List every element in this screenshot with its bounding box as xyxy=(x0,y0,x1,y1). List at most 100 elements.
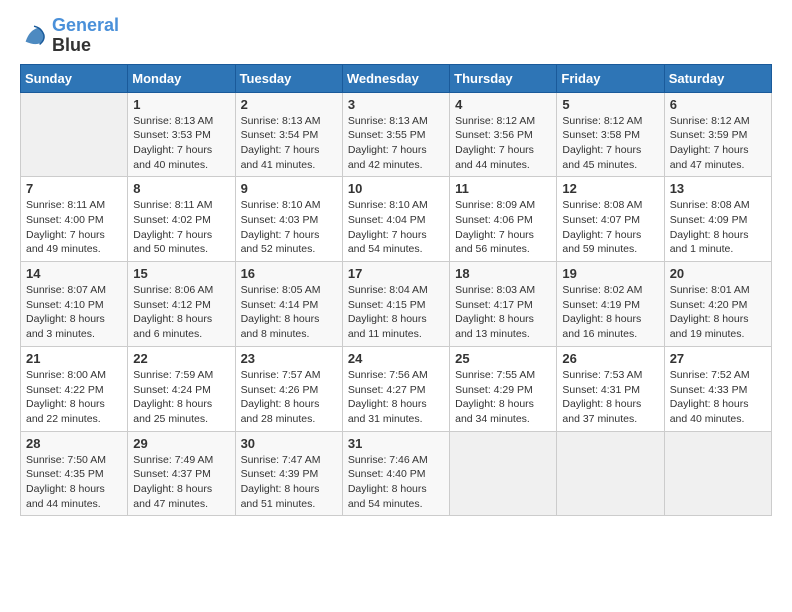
day-number: 7 xyxy=(26,181,122,196)
cell-details: Sunrise: 8:13 AMSunset: 3:54 PMDaylight:… xyxy=(241,114,337,173)
day-number: 12 xyxy=(562,181,658,196)
cell-details: Sunrise: 7:55 AMSunset: 4:29 PMDaylight:… xyxy=(455,368,551,427)
cell-details: Sunrise: 7:47 AMSunset: 4:39 PMDaylight:… xyxy=(241,453,337,512)
cell-details: Sunrise: 8:01 AMSunset: 4:20 PMDaylight:… xyxy=(670,283,766,342)
day-number: 9 xyxy=(241,181,337,196)
calendar-cell: 5 Sunrise: 8:12 AMSunset: 3:58 PMDaylight… xyxy=(557,92,664,177)
calendar-week-3: 14Sunrise: 8:07 AMSunset: 4:10 PMDayligh… xyxy=(21,262,772,347)
cell-details: Sunrise: 8:06 AMSunset: 4:12 PMDaylight:… xyxy=(133,283,229,342)
calendar-week-2: 7 Sunrise: 8:11 AMSunset: 4:00 PMDaylight… xyxy=(21,177,772,262)
day-number: 29 xyxy=(133,436,229,451)
day-number: 27 xyxy=(670,351,766,366)
calendar-cell: 3Sunrise: 8:13 AMSunset: 3:55 PMDaylight… xyxy=(342,92,449,177)
calendar-cell: 27 Sunrise: 7:52 AMSunset: 4:33 PMDayligh… xyxy=(664,346,771,431)
day-number: 5 xyxy=(562,97,658,112)
calendar-cell: 1 Sunrise: 8:13 AMSunset: 3:53 PMDaylight… xyxy=(128,92,235,177)
calendar-cell: 22 Sunrise: 7:59 AMSunset: 4:24 PMDayligh… xyxy=(128,346,235,431)
cell-details: Sunrise: 8:08 AMSunset: 4:09 PMDaylight:… xyxy=(670,198,766,257)
cell-details: Sunrise: 7:46 AMSunset: 4:40 PMDaylight:… xyxy=(348,453,444,512)
day-number: 10 xyxy=(348,181,444,196)
calendar-cell: 9 Sunrise: 8:10 AMSunset: 4:03 PMDaylight… xyxy=(235,177,342,262)
calendar-cell: 21 Sunrise: 8:00 AMSunset: 4:22 PMDayligh… xyxy=(21,346,128,431)
cell-details: Sunrise: 7:49 AMSunset: 4:37 PMDaylight:… xyxy=(133,453,229,512)
day-header-tuesday: Tuesday xyxy=(235,64,342,92)
day-header-friday: Friday xyxy=(557,64,664,92)
calendar-cell xyxy=(21,92,128,177)
calendar-cell: 19 Sunrise: 8:02 AMSunset: 4:19 PMDayligh… xyxy=(557,262,664,347)
calendar-cell: 30 Sunrise: 7:47 AMSunset: 4:39 PMDayligh… xyxy=(235,431,342,516)
day-number: 22 xyxy=(133,351,229,366)
day-number: 18 xyxy=(455,266,551,281)
day-number: 23 xyxy=(241,351,337,366)
day-header-monday: Monday xyxy=(128,64,235,92)
calendar-cell xyxy=(450,431,557,516)
day-number: 28 xyxy=(26,436,122,451)
day-number: 25 xyxy=(455,351,551,366)
cell-details: Sunrise: 8:12 AMSunset: 3:58 PMDaylight:… xyxy=(562,114,658,173)
day-number: 8 xyxy=(133,181,229,196)
cell-details: Sunrise: 8:11 AMSunset: 4:02 PMDaylight:… xyxy=(133,198,229,257)
cell-details: Sunrise: 8:11 AMSunset: 4:00 PMDaylight:… xyxy=(26,198,122,257)
calendar-cell: 31Sunrise: 7:46 AMSunset: 4:40 PMDayligh… xyxy=(342,431,449,516)
calendar-cell: 11 Sunrise: 8:09 AMSunset: 4:06 PMDayligh… xyxy=(450,177,557,262)
cell-details: Sunrise: 8:07 AMSunset: 4:10 PMDaylight:… xyxy=(26,283,122,342)
day-number: 4 xyxy=(455,97,551,112)
cell-details: Sunrise: 8:09 AMSunset: 4:06 PMDaylight:… xyxy=(455,198,551,257)
calendar-cell: 12Sunrise: 8:08 AMSunset: 4:07 PMDayligh… xyxy=(557,177,664,262)
day-number: 15 xyxy=(133,266,229,281)
calendar-header: SundayMondayTuesdayWednesdayThursdayFrid… xyxy=(21,64,772,92)
calendar-cell: 24 Sunrise: 7:56 AMSunset: 4:27 PMDayligh… xyxy=(342,346,449,431)
cell-details: Sunrise: 8:10 AMSunset: 4:04 PMDaylight:… xyxy=(348,198,444,257)
calendar-cell: 26 Sunrise: 7:53 AMSunset: 4:31 PMDayligh… xyxy=(557,346,664,431)
calendar-cell: 18Sunrise: 8:03 AMSunset: 4:17 PMDayligh… xyxy=(450,262,557,347)
cell-details: Sunrise: 8:10 AMSunset: 4:03 PMDaylight:… xyxy=(241,198,337,257)
cell-details: Sunrise: 7:53 AMSunset: 4:31 PMDaylight:… xyxy=(562,368,658,427)
calendar-cell: 14Sunrise: 8:07 AMSunset: 4:10 PMDayligh… xyxy=(21,262,128,347)
day-header-thursday: Thursday xyxy=(450,64,557,92)
day-header-sunday: Sunday xyxy=(21,64,128,92)
calendar-week-1: 1 Sunrise: 8:13 AMSunset: 3:53 PMDaylight… xyxy=(21,92,772,177)
calendar-cell: 8 Sunrise: 8:11 AMSunset: 4:02 PMDaylight… xyxy=(128,177,235,262)
day-number: 16 xyxy=(241,266,337,281)
day-number: 3 xyxy=(348,97,444,112)
day-number: 20 xyxy=(670,266,766,281)
calendar-week-4: 21 Sunrise: 8:00 AMSunset: 4:22 PMDayligh… xyxy=(21,346,772,431)
day-number: 1 xyxy=(133,97,229,112)
cell-details: Sunrise: 7:59 AMSunset: 4:24 PMDaylight:… xyxy=(133,368,229,427)
calendar-cell: 13 Sunrise: 8:08 AMSunset: 4:09 PMDayligh… xyxy=(664,177,771,262)
cell-details: Sunrise: 8:12 AMSunset: 3:56 PMDaylight:… xyxy=(455,114,551,173)
cell-details: Sunrise: 8:12 AMSunset: 3:59 PMDaylight:… xyxy=(670,114,766,173)
day-number: 11 xyxy=(455,181,551,196)
calendar-cell: 20 Sunrise: 8:01 AMSunset: 4:20 PMDayligh… xyxy=(664,262,771,347)
day-number: 2 xyxy=(241,97,337,112)
logo-text: General Blue xyxy=(52,16,119,56)
day-number: 24 xyxy=(348,351,444,366)
cell-details: Sunrise: 8:05 AMSunset: 4:14 PMDaylight:… xyxy=(241,283,337,342)
day-number: 26 xyxy=(562,351,658,366)
calendar-cell: 2 Sunrise: 8:13 AMSunset: 3:54 PMDaylight… xyxy=(235,92,342,177)
calendar-cell: 17Sunrise: 8:04 AMSunset: 4:15 PMDayligh… xyxy=(342,262,449,347)
calendar-cell: 7 Sunrise: 8:11 AMSunset: 4:00 PMDaylight… xyxy=(21,177,128,262)
calendar-cell xyxy=(557,431,664,516)
cell-details: Sunrise: 7:52 AMSunset: 4:33 PMDaylight:… xyxy=(670,368,766,427)
calendar-body: 1 Sunrise: 8:13 AMSunset: 3:53 PMDaylight… xyxy=(21,92,772,516)
cell-details: Sunrise: 7:50 AMSunset: 4:35 PMDaylight:… xyxy=(26,453,122,512)
calendar-cell: 4 Sunrise: 8:12 AMSunset: 3:56 PMDaylight… xyxy=(450,92,557,177)
cell-details: Sunrise: 8:02 AMSunset: 4:19 PMDaylight:… xyxy=(562,283,658,342)
day-number: 13 xyxy=(670,181,766,196)
calendar-table: SundayMondayTuesdayWednesdayThursdayFrid… xyxy=(20,64,772,517)
cell-details: Sunrise: 8:00 AMSunset: 4:22 PMDaylight:… xyxy=(26,368,122,427)
calendar-cell: 10 Sunrise: 8:10 AMSunset: 4:04 PMDayligh… xyxy=(342,177,449,262)
day-number: 21 xyxy=(26,351,122,366)
page-header: General Blue xyxy=(20,16,772,56)
day-number: 19 xyxy=(562,266,658,281)
day-number: 30 xyxy=(241,436,337,451)
calendar-cell: 16 Sunrise: 8:05 AMSunset: 4:14 PMDayligh… xyxy=(235,262,342,347)
calendar-cell: 15 Sunrise: 8:06 AMSunset: 4:12 PMDayligh… xyxy=(128,262,235,347)
cell-details: Sunrise: 8:13 AMSunset: 3:53 PMDaylight:… xyxy=(133,114,229,173)
calendar-week-5: 28 Sunrise: 7:50 AMSunset: 4:35 PMDayligh… xyxy=(21,431,772,516)
calendar-cell: 28 Sunrise: 7:50 AMSunset: 4:35 PMDayligh… xyxy=(21,431,128,516)
cell-details: Sunrise: 7:56 AMSunset: 4:27 PMDaylight:… xyxy=(348,368,444,427)
day-header-saturday: Saturday xyxy=(664,64,771,92)
calendar-cell: 29 Sunrise: 7:49 AMSunset: 4:37 PMDayligh… xyxy=(128,431,235,516)
